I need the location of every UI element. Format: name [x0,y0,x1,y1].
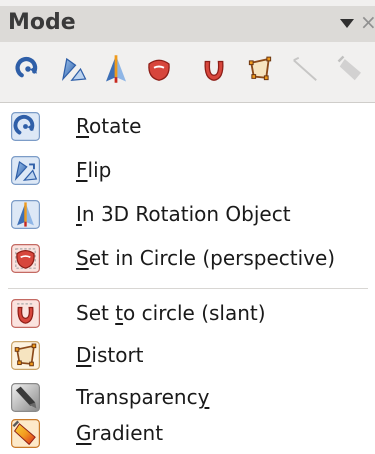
toolbar-title: Mode [8,10,76,35]
mode-toolbar: Mode × [0,0,375,103]
rotate-icon [11,112,40,141]
toolbar-buttons [0,50,375,90]
flip-icon [11,156,40,185]
menu-item-label: Transparency [76,385,210,409]
menu-item-distort[interactable]: Distort [0,336,375,376]
set-to-circle-slant-icon [199,54,229,84]
menu-item-label: Rotate [76,114,142,138]
3d-rotation-icon [101,54,131,84]
menu-item-rotate[interactable]: Rotate [0,107,375,147]
set-in-circle-perspective-icon [144,54,174,84]
toolbar-transparency-button[interactable] [290,54,320,84]
toolbar-flip-button[interactable] [58,54,88,84]
flip-icon [58,54,88,84]
menu-item-gradient[interactable]: Gradient [0,414,375,454]
3d-rotation-icon [11,200,40,229]
rotate-icon [13,54,43,84]
close-icon[interactable]: × [360,10,375,34]
toolbar-titlebar[interactable]: Mode × [0,6,375,42]
toolbar-set-in-circle-perspective-button[interactable] [144,54,174,84]
menu-item-set-in-circle-perspective[interactable]: Set in Circle (perspective) [0,239,375,279]
menu-item-label: Flip [76,158,112,182]
toolbar-distort-button[interactable] [245,54,275,84]
triangle-down-icon[interactable] [340,19,354,28]
menu-item-3d-rotation-object[interactable]: In 3D Rotation Object [0,195,375,235]
menu-item-transparency[interactable]: Transparency [0,378,375,418]
transparency-icon [290,54,320,84]
menu-item-label: Distort [76,343,144,367]
transparency-icon [11,383,40,412]
menu-separator [8,288,368,289]
distort-icon [245,54,275,84]
menu-item-label: Set to circle (slant) [76,301,266,325]
toolbar-3d-rotation-button[interactable] [101,54,131,84]
toolbar-gradient-button[interactable] [336,54,366,84]
set-to-circle-slant-icon [11,299,40,328]
set-in-circle-perspective-icon [11,244,40,273]
distort-icon [11,341,40,370]
gradient-icon [11,419,40,448]
menu-item-label: Set in Circle (perspective) [76,246,336,270]
menu-item-label: In 3D Rotation Object [76,202,291,226]
menu-item-set-to-circle-slant[interactable]: Set to circle (slant) [0,294,375,334]
menu-item-flip[interactable]: Flip [0,151,375,191]
gradient-icon [336,54,366,84]
toolbar-set-to-circle-slant-button[interactable] [199,54,229,84]
mode-menu: Rotate Flip In 3D Rotation Object Set in… [0,103,375,454]
menu-item-label: Gradient [76,421,164,445]
toolbar-rotate-button[interactable] [13,54,43,84]
